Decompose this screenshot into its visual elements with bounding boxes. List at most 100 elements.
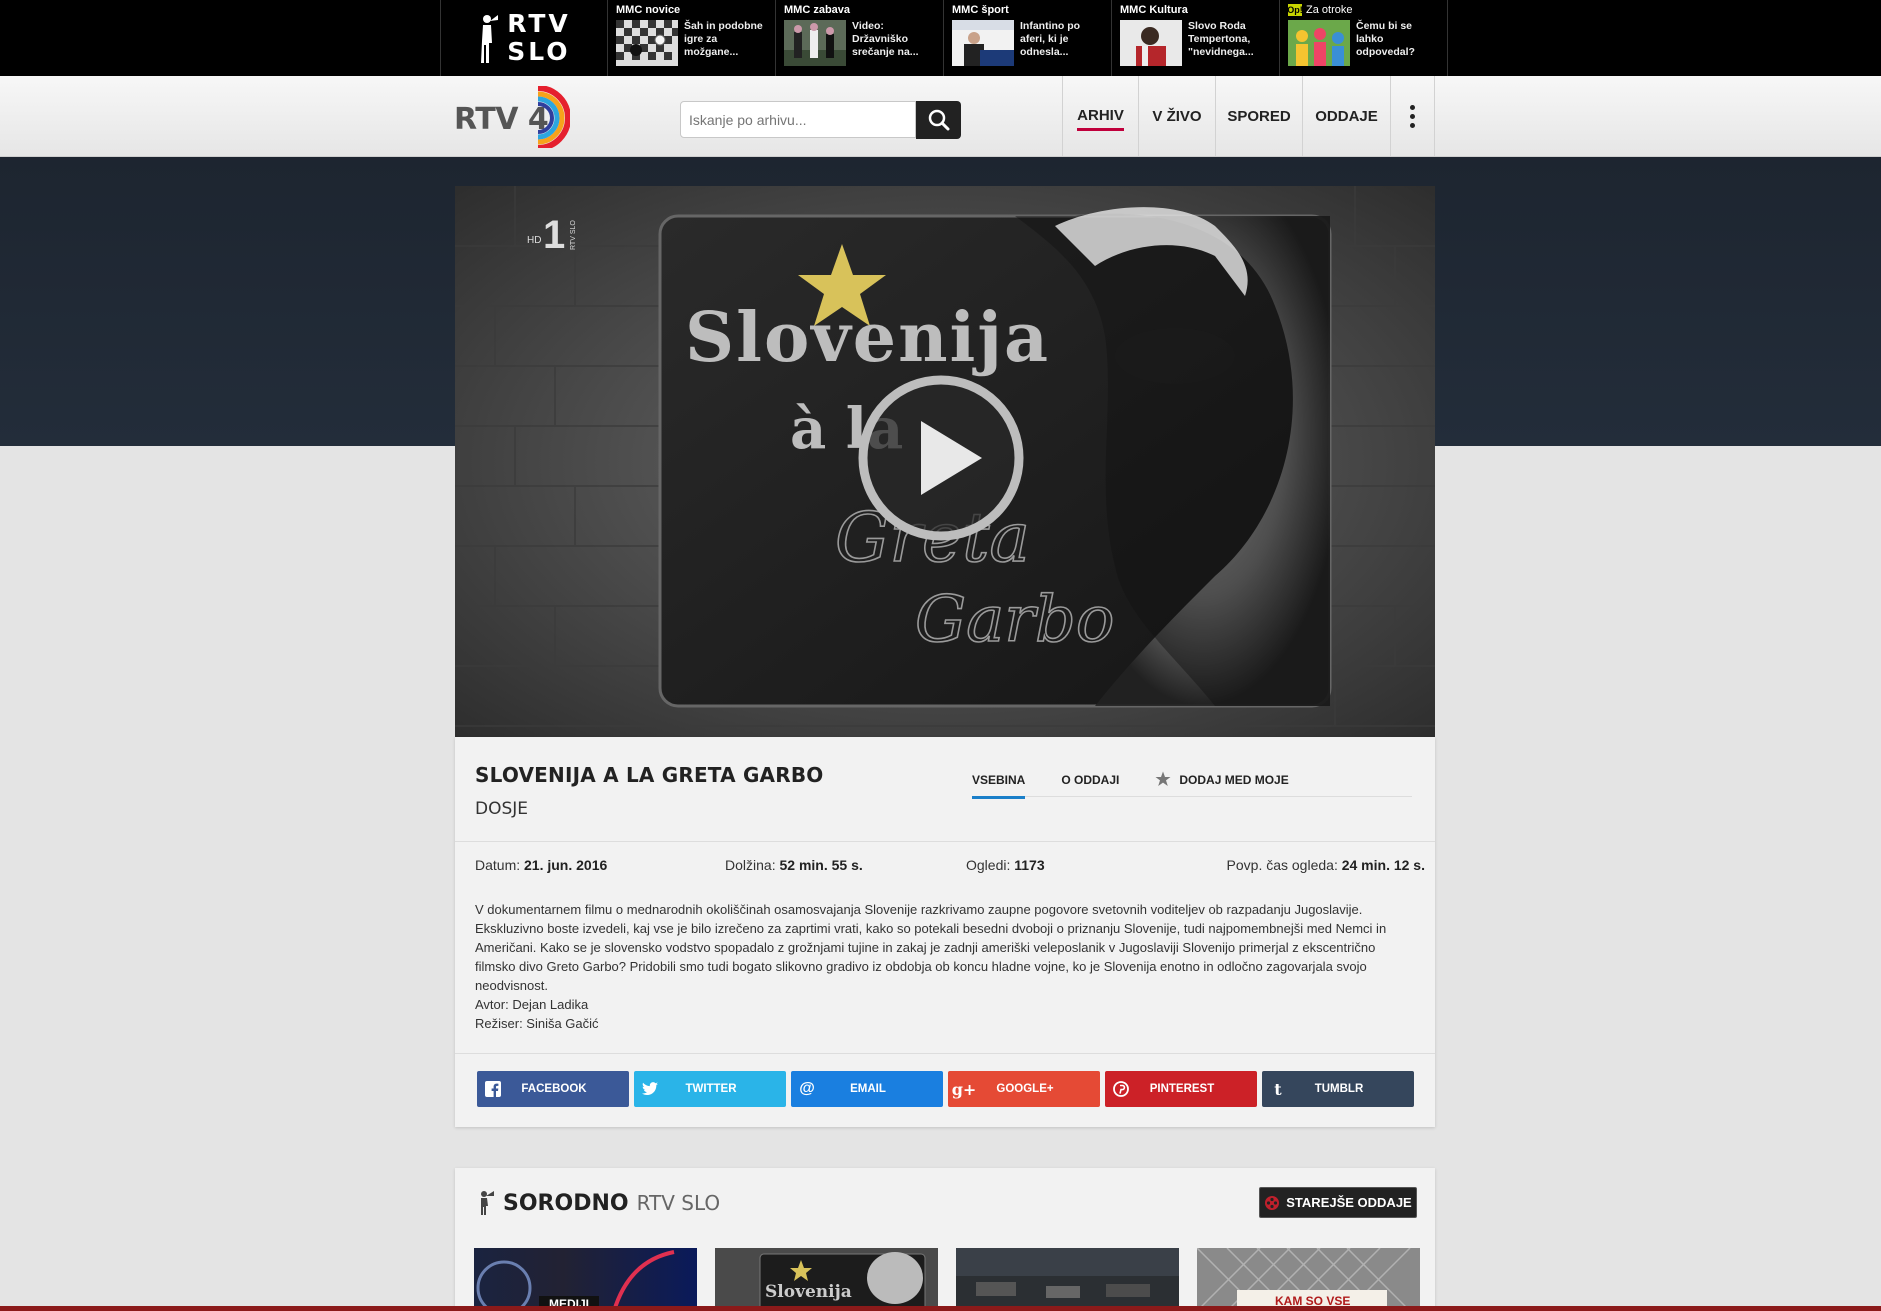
meta-avg-label: Povp. čas ogleda: bbox=[1226, 857, 1338, 873]
nav-v-zivo[interactable]: V ŽIVO bbox=[1139, 76, 1216, 156]
channel-hd-tag: HD bbox=[527, 235, 541, 246]
news-item-novice[interactable]: MMC novice Šah in podobne igre za možgan… bbox=[608, 0, 776, 76]
news-item-sport[interactable]: MMC šport Infantino po aferi, ki je odne… bbox=[944, 0, 1112, 76]
news-category: MMC zabava bbox=[784, 4, 851, 16]
more-menu-button[interactable] bbox=[1391, 76, 1435, 156]
star-icon bbox=[1155, 771, 1171, 786]
tab-label: DODAJ MED MOJE bbox=[1179, 773, 1289, 787]
search-button[interactable] bbox=[916, 101, 961, 139]
video-player[interactable]: Slovenija à la Greta Garbo HD 1 RTV SLO bbox=[455, 186, 1435, 737]
news-category: MMC novice bbox=[616, 4, 681, 16]
nav-arhiv[interactable]: ARHIV bbox=[1063, 76, 1139, 156]
show-director: Režiser: Siniša Gačić bbox=[475, 1016, 599, 1031]
share-googleplus-button[interactable]: g+ GOOGLE+ bbox=[948, 1071, 1100, 1107]
related-item[interactable]: MEDIJI bbox=[474, 1248, 697, 1311]
googleplus-icon: g+ bbox=[951, 1079, 977, 1099]
news-title: Video: Državniško srečanje na... bbox=[852, 20, 919, 58]
pinterest-icon bbox=[1105, 1071, 1137, 1107]
meta-views-label: Ogledi: bbox=[966, 857, 1011, 873]
chess-thumbnail bbox=[616, 20, 678, 66]
related-item[interactable]: Slovenija bbox=[715, 1248, 938, 1311]
tab-o-oddaji[interactable]: O ODDAJI bbox=[1061, 765, 1119, 797]
trumpeter-icon bbox=[481, 15, 499, 63]
news-title: Šah in podobne igre za možgane... bbox=[684, 20, 763, 58]
poster-title-line4: Garbo bbox=[915, 583, 1114, 657]
channel-rtvslo-tag: RTV SLO bbox=[570, 220, 577, 250]
kids-thumbnail bbox=[1288, 20, 1350, 66]
trumpeter-icon bbox=[481, 1191, 494, 1215]
share-label: TWITTER bbox=[685, 1083, 737, 1095]
nav-label: V ŽIVO bbox=[1152, 107, 1202, 125]
rtvslo-top-strip: RTV SLO MMC novice Šah in podobne igre z… bbox=[0, 0, 1881, 76]
kebab-dot-icon bbox=[1410, 122, 1415, 128]
info-tabs: VSEBINA O ODDAJI DODAJ MED MOJE bbox=[972, 765, 1412, 799]
share-label: FACEBOOK bbox=[521, 1083, 587, 1095]
related-thumbnails: MEDIJI Slovenija KAM SO VSE bbox=[474, 1248, 1420, 1311]
news-title: Čemu bi se lahko odpovedal? bbox=[1356, 20, 1415, 58]
show-info-card: SLOVENIJA A LA GRETA GARBO DOSJE VSEBINA… bbox=[455, 737, 1435, 1127]
share-twitter-button[interactable]: TWITTER bbox=[634, 1071, 786, 1107]
share-buttons: FACEBOOK TWITTER @ EMAIL g+ GOOGLE+ PINT… bbox=[477, 1071, 1414, 1107]
add-to-favorites-button[interactable]: DODAJ MED MOJE bbox=[1155, 765, 1289, 797]
related-title: SORODNO bbox=[503, 1190, 629, 1216]
rtv4-header: RTV 4 ARHIV V ŽIVO SPORED ODDAJE bbox=[0, 76, 1881, 157]
main-nav: ARHIV V ŽIVO SPORED ODDAJE bbox=[1062, 76, 1435, 156]
email-icon: @ bbox=[799, 1080, 815, 1097]
state-meeting-thumbnail bbox=[784, 20, 846, 66]
share-label: TUMBLR bbox=[1314, 1083, 1364, 1095]
show-description-block: V dokumentarnem filmu o mednarodnih okol… bbox=[475, 900, 1415, 1033]
related-item[interactable]: KAM SO VSE bbox=[1197, 1248, 1420, 1311]
rtvslo-logo[interactable]: RTV SLO bbox=[440, 0, 608, 76]
news-title: Infantino po aferi, ki je odnesla... bbox=[1020, 20, 1081, 58]
meta-views: Ogledi: 1173 bbox=[966, 857, 1045, 873]
news-category: MMC šport bbox=[952, 4, 1009, 16]
meta-date-label: Datum: bbox=[475, 857, 521, 873]
rtv4-rainbow-icon bbox=[537, 86, 570, 148]
meta-views-value: 1173 bbox=[1014, 857, 1045, 873]
nav-label: ODDAJE bbox=[1315, 107, 1378, 125]
share-label: EMAIL bbox=[850, 1083, 886, 1095]
play-button[interactable] bbox=[858, 375, 1024, 541]
news-title: Slovo Roda Tempertona, "nevidnega... bbox=[1188, 20, 1254, 58]
archive-search-input[interactable] bbox=[680, 101, 916, 138]
news-item-kultura[interactable]: MMC Kultura Slovo Roda Tempertona, "nevi… bbox=[1112, 0, 1280, 76]
related-header: SORODNO RTV SLO bbox=[477, 1190, 720, 1216]
older-episodes-button[interactable]: STAREJŠE ODDAJE bbox=[1259, 1187, 1417, 1218]
news-item-zabava[interactable]: MMC zabava Video: Državniško srečanje na… bbox=[776, 0, 944, 76]
tab-vsebina[interactable]: VSEBINA bbox=[972, 765, 1026, 799]
meta-avg-value: 24 min. 12 s. bbox=[1341, 857, 1425, 873]
news-category: Op! Za otroke bbox=[1287, 3, 1439, 17]
facebook-icon bbox=[477, 1071, 509, 1107]
meta-length-label: Dolžina: bbox=[725, 857, 776, 873]
show-author: Avtor: Dejan Ladika bbox=[475, 997, 589, 1012]
share-email-button[interactable]: @ EMAIL bbox=[791, 1071, 943, 1107]
op-badge: Op! bbox=[1287, 4, 1303, 16]
share-pinterest-button[interactable]: PINTEREST bbox=[1105, 1071, 1257, 1107]
film-reel-icon bbox=[1265, 1195, 1280, 1210]
related-item[interactable] bbox=[956, 1248, 1179, 1311]
poster-title-line1: Slovenija bbox=[685, 298, 1050, 378]
share-tumblr-button[interactable]: t TUMBLR bbox=[1262, 1071, 1414, 1107]
related-section: SORODNO RTV SLO STAREJŠE ODDAJE MEDIJI S… bbox=[455, 1168, 1435, 1311]
related-thumbnail-image bbox=[956, 1248, 1179, 1298]
nav-label: SPORED bbox=[1227, 107, 1291, 125]
nav-oddaje[interactable]: ODDAJE bbox=[1303, 76, 1391, 156]
show-description: V dokumentarnem filmu o mednarodnih okol… bbox=[475, 902, 1387, 993]
kebab-dot-icon bbox=[1410, 113, 1415, 119]
share-label: GOOGLE+ bbox=[996, 1083, 1054, 1095]
nav-spored[interactable]: SPORED bbox=[1216, 76, 1303, 156]
news-item-otroke[interactable]: Op! Za otroke Čemu bi se lahko odpovedal… bbox=[1280, 0, 1448, 76]
tab-label: VSEBINA bbox=[972, 773, 1026, 787]
share-facebook-button[interactable]: FACEBOOK bbox=[477, 1071, 629, 1107]
meta-length-value: 52 min. 55 s. bbox=[779, 857, 863, 873]
nav-label: ARHIV bbox=[1077, 107, 1124, 131]
tab-label: O ODDAJI bbox=[1061, 773, 1120, 787]
twitter-icon bbox=[634, 1071, 666, 1107]
divider bbox=[455, 1053, 1435, 1054]
rtv4-logo[interactable]: RTV 4 bbox=[454, 86, 570, 148]
search-icon bbox=[928, 109, 949, 131]
meta-length: Dolžina: 52 min. 55 s. bbox=[725, 857, 863, 873]
related-caption: Slovenija bbox=[765, 1282, 852, 1302]
rtvslo-logo-line1: RTV bbox=[507, 9, 571, 38]
bottom-accent-line bbox=[0, 1306, 1881, 1311]
